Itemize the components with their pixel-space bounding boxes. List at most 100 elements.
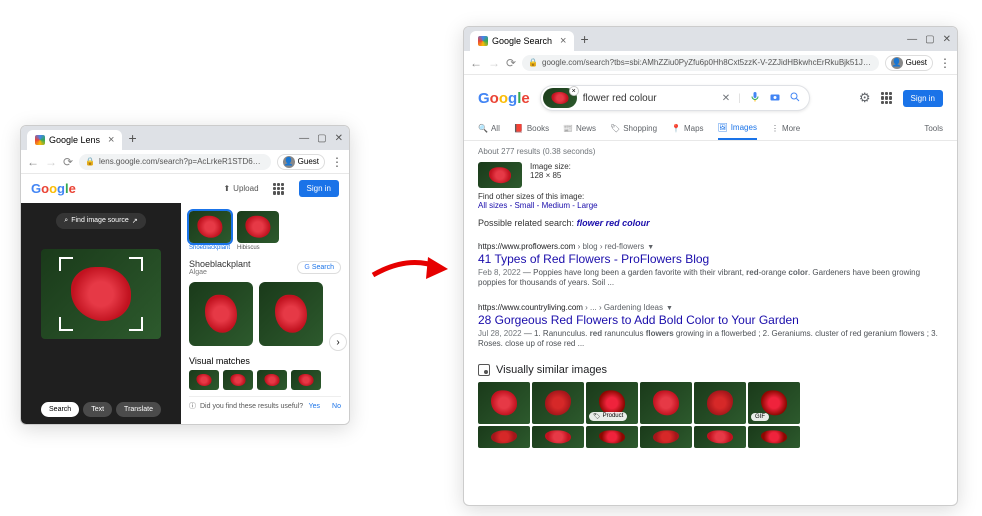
result-image[interactable]: [259, 282, 323, 346]
vs-image[interactable]: [586, 426, 638, 448]
search-chip[interactable]: G Search: [297, 261, 341, 274]
new-tab-button[interactable]: +: [128, 130, 136, 146]
tab-news[interactable]: 📰News: [563, 117, 596, 140]
apps-icon[interactable]: [273, 183, 285, 195]
chevron-right-icon[interactable]: ›: [329, 333, 347, 351]
chip-search[interactable]: Search: [41, 402, 79, 417]
more-icon: ⋮: [771, 124, 779, 133]
vs-image[interactable]: [640, 382, 692, 424]
minimize-icon[interactable]: —: [907, 34, 917, 45]
clear-icon[interactable]: ✕: [722, 93, 730, 104]
maximize-icon[interactable]: ▢: [317, 133, 326, 144]
minimize-icon[interactable]: —: [299, 133, 309, 144]
visually-similar-grid: 🏷Product GIF: [478, 382, 808, 448]
vs-image[interactable]: [478, 426, 530, 448]
apps-icon[interactable]: [881, 92, 893, 104]
vs-image[interactable]: [640, 426, 692, 448]
reload-icon[interactable]: ⟳: [506, 56, 516, 70]
vm-image[interactable]: [223, 370, 253, 390]
guest-badge[interactable]: 👤 Guest: [885, 55, 933, 71]
find-image-source-button[interactable]: ⌕ Find image source ↗: [56, 213, 145, 229]
tab-tools[interactable]: Tools: [924, 117, 943, 140]
tab-more[interactable]: ⋮More: [771, 117, 800, 140]
result-title-link[interactable]: 41 Types of Red Flowers - ProFlowers Blo…: [478, 252, 943, 266]
lens-results-panel: Shoeblackplant Hibiscus Shoeblackplant A…: [181, 203, 349, 425]
new-tab-button[interactable]: +: [580, 31, 588, 47]
feedback-yes[interactable]: Yes: [309, 403, 320, 410]
pin-icon: 📍: [671, 124, 681, 133]
visually-similar-heading: Visually similar images: [478, 364, 943, 376]
search-image-chip[interactable]: ×: [543, 88, 577, 108]
feedback-no[interactable]: No: [332, 403, 341, 410]
browser-tab[interactable]: Google Search ×: [470, 31, 574, 51]
thumb-hibiscus[interactable]: Hibiscus: [237, 211, 279, 251]
avatar-icon: 👤: [891, 57, 903, 69]
url-field[interactable]: 🔒 google.com/search?tbs=sbi:AMhZZiu0PyZf…: [522, 55, 879, 71]
gear-icon[interactable]: ⚙: [859, 90, 871, 106]
chip-text[interactable]: Text: [83, 402, 112, 417]
vs-image[interactable]: [532, 382, 584, 424]
camera-icon[interactable]: [769, 91, 781, 106]
vs-image[interactable]: GIF: [748, 382, 800, 424]
related-link[interactable]: flower red colour: [577, 218, 650, 228]
tab-all[interactable]: 🔍All: [478, 117, 500, 140]
google-logo[interactable]: Google: [31, 181, 76, 196]
back-icon[interactable]: ←: [27, 155, 39, 169]
tab-maps[interactable]: 📍Maps: [671, 117, 704, 140]
browser-tab[interactable]: Google Lens ×: [27, 130, 122, 150]
window-controls: — ▢ ✕: [299, 133, 343, 144]
caret-down-icon[interactable]: ▼: [647, 244, 654, 251]
tab-close-icon[interactable]: ×: [108, 134, 114, 146]
tab-close-icon[interactable]: ×: [560, 35, 566, 47]
close-icon[interactable]: ✕: [335, 133, 343, 144]
upload-button[interactable]: ⬆ Upload: [223, 184, 258, 193]
image-preview[interactable]: [41, 249, 161, 339]
size-links[interactable]: All sizes - Small - Medium - Large: [478, 201, 598, 210]
chip-translate[interactable]: Translate: [116, 402, 161, 417]
result-images: [189, 282, 341, 346]
vs-image[interactable]: [694, 426, 746, 448]
signin-button[interactable]: Sign in: [903, 90, 943, 107]
crop-handle-br[interactable]: [129, 317, 143, 331]
tab-books[interactable]: 📕Books: [514, 117, 549, 140]
maximize-icon[interactable]: ▢: [925, 34, 934, 45]
tab-images[interactable]: 🖼Images: [718, 117, 757, 140]
query-image-thumb[interactable]: [478, 162, 522, 188]
close-icon[interactable]: ✕: [943, 34, 951, 45]
url-field[interactable]: 🔒 lens.google.com/search?p=AcLrkeR1STD6N…: [79, 154, 271, 170]
google-logo[interactable]: Google: [478, 90, 530, 107]
search-icon[interactable]: [789, 91, 801, 106]
crop-handle-tl[interactable]: [59, 257, 73, 271]
vm-image[interactable]: [291, 370, 321, 390]
vm-image[interactable]: [257, 370, 287, 390]
news-icon: 📰: [563, 124, 573, 133]
crop-handle-bl[interactable]: [59, 317, 73, 331]
result-title-link[interactable]: 28 Gorgeous Red Flowers to Add Bold Colo…: [478, 313, 943, 327]
remove-image-icon[interactable]: ×: [569, 86, 579, 96]
mic-icon[interactable]: [749, 91, 761, 106]
image-size-label: Image size:: [530, 162, 571, 171]
back-icon[interactable]: ←: [470, 56, 482, 70]
result-title: Shoeblackplant: [189, 259, 251, 269]
tab-shopping[interactable]: 🏷Shopping: [610, 117, 657, 140]
kebab-menu-icon[interactable]: ⋮: [939, 56, 951, 70]
vs-image[interactable]: [694, 382, 746, 424]
kebab-menu-icon[interactable]: ⋮: [331, 155, 343, 169]
address-bar: ← → ⟳ 🔒 google.com/search?tbs=sbi:AMhZZi…: [464, 51, 957, 75]
search-box[interactable]: × ✕ |: [540, 85, 810, 111]
guest-badge[interactable]: 👤 Guest: [277, 154, 325, 170]
caret-down-icon[interactable]: ▼: [666, 305, 673, 312]
result-image[interactable]: [189, 282, 253, 346]
vs-image[interactable]: [532, 426, 584, 448]
crop-handle-tr[interactable]: [129, 257, 143, 271]
vs-image[interactable]: 🏷Product: [586, 382, 638, 424]
reload-icon[interactable]: ⟳: [63, 155, 73, 169]
thumb-image: [237, 211, 279, 243]
search-input[interactable]: [583, 93, 716, 104]
thumb-shoeblackplant[interactable]: Shoeblackplant: [189, 211, 231, 251]
vs-image[interactable]: [748, 426, 800, 448]
vs-image[interactable]: [478, 382, 530, 424]
image-size-value: 128 × 85: [530, 171, 571, 180]
vm-image[interactable]: [189, 370, 219, 390]
signin-button[interactable]: Sign in: [299, 180, 339, 197]
